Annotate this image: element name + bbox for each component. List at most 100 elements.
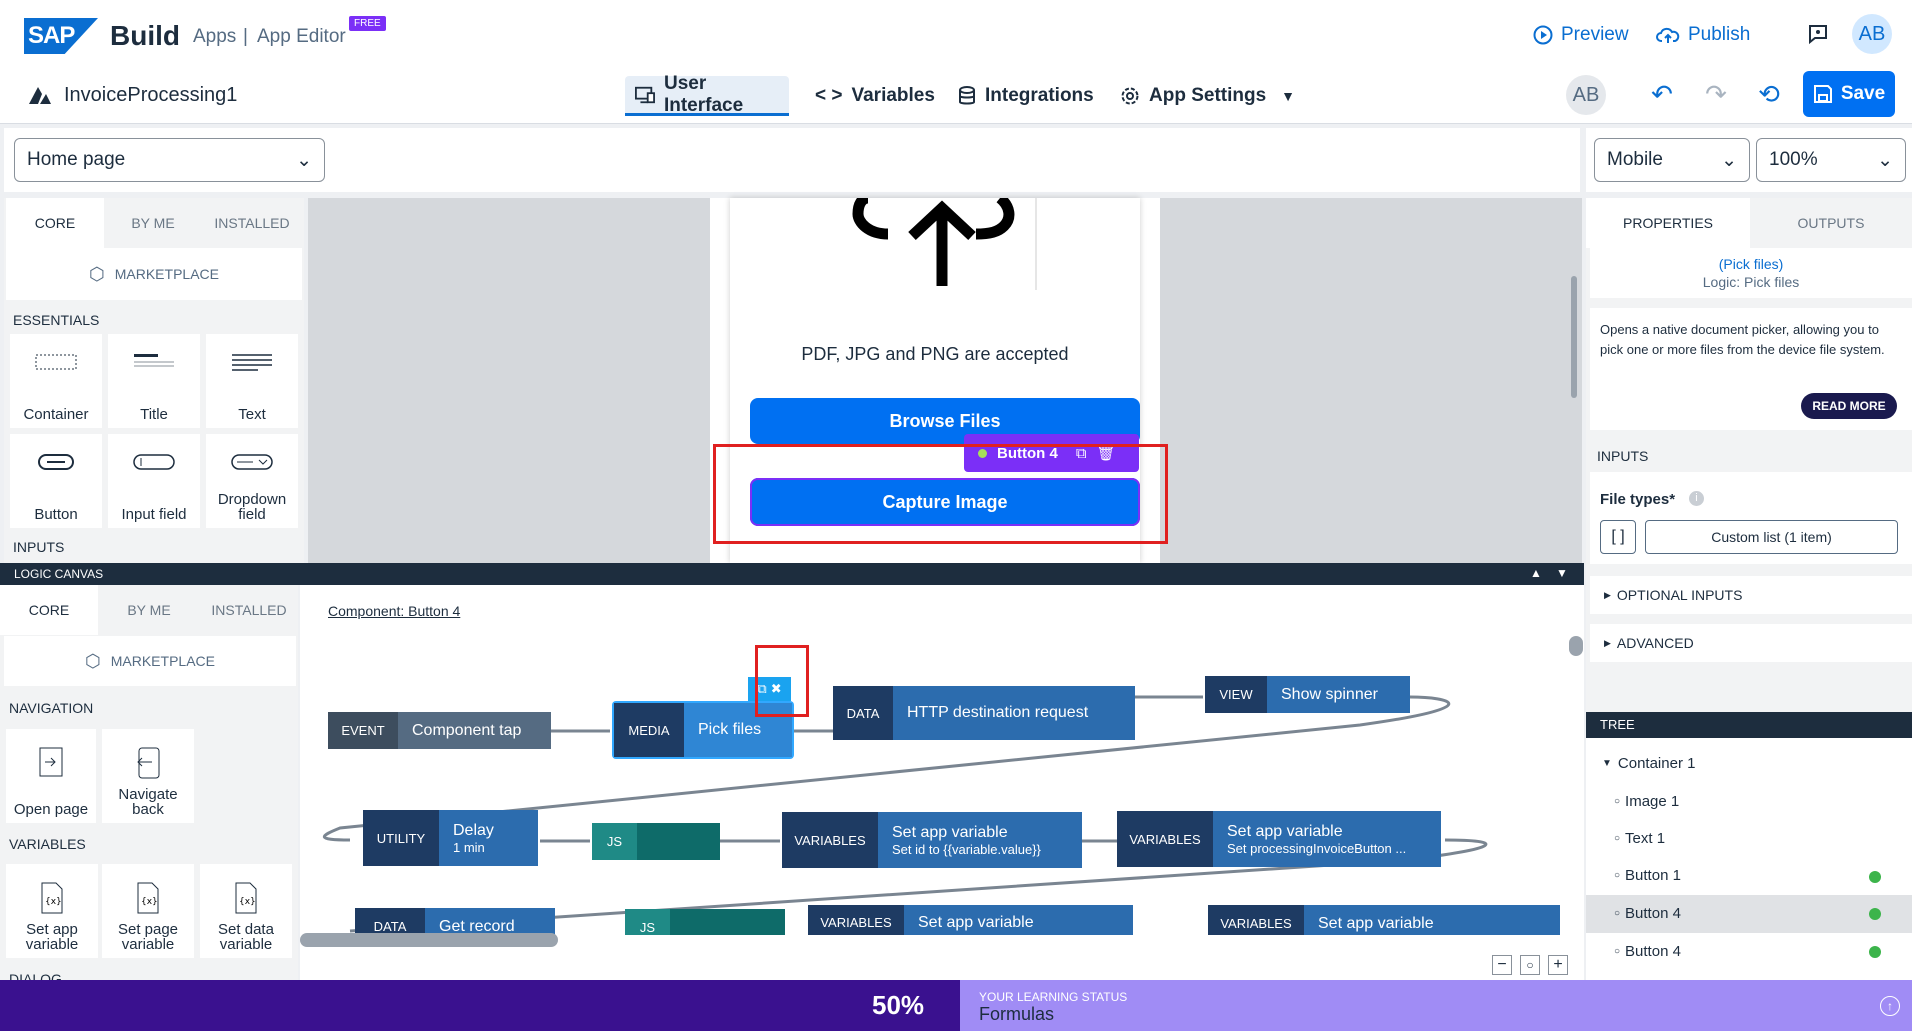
flow-node-set-app-variable-3[interactable]: VARIABLES Set app variable [808, 905, 1133, 935]
tree-item-label: Container 1 [1617, 755, 1696, 772]
tab-app-settings[interactable]: App Settings ▼ [1110, 76, 1305, 116]
crumb-app-editor: App Editor [257, 26, 346, 47]
device-select[interactable]: Mobile ⌄ [1594, 138, 1750, 182]
logic-navigate-back[interactable]: Navigate back [102, 729, 194, 823]
variables-heading: VARIABLES [9, 836, 86, 852]
tab-properties[interactable]: PROPERTIES [1586, 198, 1750, 248]
collapse-down-icon[interactable]: ▼ [1556, 566, 1568, 580]
tab-user-interface[interactable]: User Interface [625, 73, 789, 116]
logic-tab-core[interactable]: CORE [0, 585, 98, 635]
save-icon [1813, 85, 1832, 103]
flow-node-js[interactable]: JS [592, 823, 720, 860]
info-icon[interactable]: i [1689, 491, 1704, 506]
palette-button[interactable]: Button [10, 434, 102, 528]
chevron-down-icon: ⌄ [1877, 149, 1893, 171]
tree-item-button-4b[interactable]: ○ Button 4 [1614, 943, 1681, 960]
flow-node-set-app-variable-4[interactable]: VARIABLES Set app variable [1208, 905, 1560, 935]
node-body: Set app variable Set processingInvoiceBut… [1213, 811, 1441, 867]
canvas-scrollbar[interactable] [1571, 276, 1577, 398]
caret-right-icon: ▶ [1604, 589, 1611, 600]
node-body: Delay 1 min [439, 810, 538, 866]
node-sub: Set id to {{variable.value}} [892, 841, 1041, 857]
logic-set-data-variable[interactable]: {x} Set data variable [200, 864, 292, 958]
flow-node-event[interactable]: EVENT Component tap [328, 712, 551, 749]
flow-node-view[interactable]: VIEW Show spinner [1205, 676, 1410, 713]
svg-text:{x}: {x} [239, 897, 256, 907]
redo-icon[interactable]: ↷ [1701, 79, 1731, 109]
play-icon [1533, 25, 1553, 45]
user-avatar[interactable]: AB [1852, 14, 1892, 54]
pick-files-link[interactable]: (Pick files) [1590, 256, 1912, 272]
list-binding-icon[interactable]: [ ] [1600, 520, 1636, 554]
app-name: InvoiceProcessing1 [64, 84, 238, 106]
tree-item-image[interactable]: ○ Image 1 [1614, 793, 1679, 810]
upload-cloud-image [852, 198, 1037, 290]
marketplace-icon: ⬡ [89, 263, 105, 284]
expand-up-icon[interactable]: ▲ [1530, 566, 1542, 580]
tree-item-text[interactable]: ○ Text 1 [1614, 830, 1665, 847]
crumb-apps[interactable]: Apps [193, 26, 236, 48]
accepted-formats-text: PDF, JPG and PNG are accepted [801, 344, 1069, 364]
logic-vertical-scrollbar[interactable] [1569, 636, 1583, 656]
logic-horizontal-scrollbar[interactable] [300, 933, 558, 947]
undo-icon[interactable]: ↶ [1647, 79, 1677, 109]
bullet-icon: ○ [1614, 833, 1621, 844]
palette-input-field[interactable]: Input field [108, 434, 200, 528]
palette-tab-installed[interactable]: INSTALLED [202, 198, 302, 248]
history-icon[interactable]: ⟲ [1754, 79, 1784, 109]
read-more-button[interactable]: READ MORE [1801, 393, 1897, 419]
node-kind: MEDIA [614, 703, 684, 757]
zoom-out-icon[interactable]: − [1492, 955, 1512, 975]
tree-item-button-1[interactable]: ○ Button 1 [1614, 867, 1681, 884]
advanced-toggle[interactable]: ▶ ADVANCED [1590, 624, 1912, 662]
logic-set-app-variable[interactable]: {x} Set app variable [6, 864, 98, 958]
flow-node-set-app-variable-1[interactable]: VARIABLES Set app variable Set id to {{va… [782, 812, 1082, 868]
palette-title-label: Title [140, 406, 168, 423]
tab-variables[interactable]: < > Variables [805, 76, 945, 116]
palette-title[interactable]: Title [108, 334, 200, 428]
flow-node-js-2[interactable]: JS [625, 909, 785, 935]
inputs-section-heading: INPUTS [1597, 448, 1649, 464]
flow-node-set-app-variable-2[interactable]: VARIABLES Set app variable Set processing… [1117, 811, 1441, 867]
node-body: HTTP destination request [893, 686, 1135, 740]
palette-dropdown-field[interactable]: Dropdown field [206, 434, 298, 528]
flow-node-get-record[interactable]: DATA Get record [355, 908, 555, 935]
logic-marketplace-button[interactable]: ⬡ MARKETPLACE [4, 636, 296, 686]
expand-learning-icon[interactable]: ↑ [1880, 996, 1900, 1016]
file-types-value[interactable]: Custom list (1 item) [1645, 520, 1898, 554]
description-text: Opens a native document picker, allowing… [1600, 322, 1885, 357]
feedback-icon[interactable] [1806, 22, 1830, 51]
palette-container[interactable]: Container [10, 334, 102, 428]
tree-item-label: Image 1 [1625, 793, 1680, 810]
learning-status-value: Formulas [979, 1004, 1055, 1024]
palette-tab-core[interactable]: CORE [6, 198, 104, 248]
tree-item-container[interactable]: ▼ Container 1 [1602, 755, 1695, 772]
logic-set-page-variable[interactable]: {x} Set page variable [102, 864, 194, 958]
node-sub: Set processingInvoiceButton ... [1227, 840, 1407, 856]
status-dot [1869, 871, 1881, 883]
tab-outputs[interactable]: OUTPUTS [1750, 198, 1912, 248]
upload-cloud-icon [1656, 27, 1680, 43]
zoom-select[interactable]: 100% ⌄ [1756, 138, 1906, 182]
tab-integrations[interactable]: Integrations [948, 76, 1104, 116]
marketplace-button[interactable]: ⬡ MARKETPLACE [6, 248, 302, 300]
bullet-icon: ○ [1614, 870, 1621, 881]
free-badge: FREE [349, 16, 386, 31]
logic-tab-by-me[interactable]: BY ME [98, 585, 200, 635]
flow-node-http[interactable]: DATA HTTP destination request [833, 686, 1135, 740]
optional-inputs-toggle[interactable]: ▶ OPTIONAL INPUTS [1590, 576, 1912, 614]
tree-item-button-4[interactable]: ○ Button 4 [1614, 905, 1681, 922]
logic-navigate-back-label: Navigate back [118, 786, 178, 818]
preview-button[interactable]: Preview [1533, 24, 1629, 46]
logic-open-page[interactable]: Open page [6, 729, 96, 823]
logic-tab-installed[interactable]: INSTALLED [200, 585, 298, 635]
page-select[interactable]: Home page ⌄ [14, 138, 325, 182]
flow-node-delay[interactable]: UTILITY Delay 1 min [363, 810, 538, 866]
publish-button[interactable]: Publish [1656, 24, 1750, 46]
tab-integrations-label: Integrations [985, 85, 1094, 106]
zoom-reset-icon[interactable]: ○ [1520, 955, 1540, 975]
palette-text[interactable]: Text [206, 334, 298, 428]
zoom-in-icon[interactable]: + [1548, 955, 1568, 975]
save-button[interactable]: Save [1803, 71, 1895, 117]
palette-tab-by-me[interactable]: BY ME [104, 198, 202, 248]
